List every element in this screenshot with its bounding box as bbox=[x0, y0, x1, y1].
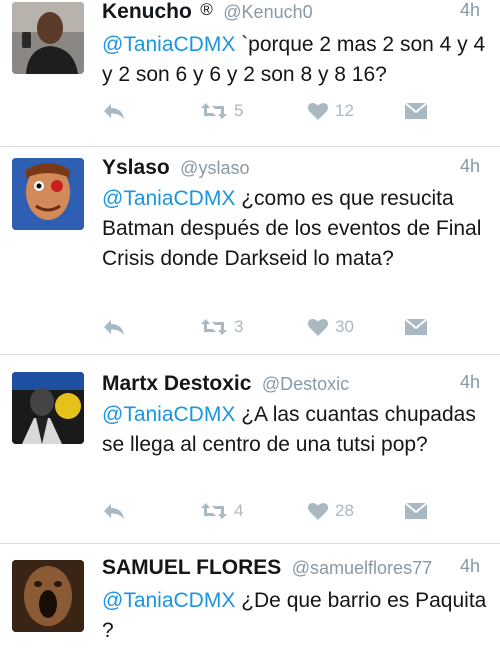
timestamp[interactable]: 4h bbox=[460, 372, 480, 393]
mention-link[interactable]: @TaniaCDMX bbox=[102, 33, 235, 56]
direct-message-button[interactable] bbox=[404, 96, 428, 126]
avatar[interactable] bbox=[12, 372, 84, 444]
separator bbox=[0, 543, 500, 544]
avatar[interactable] bbox=[12, 560, 84, 632]
tweet-text: @TaniaCDMX ¿A las cuantas chupadas se ll… bbox=[102, 400, 487, 460]
heart-icon bbox=[307, 318, 329, 336]
reply-icon bbox=[104, 504, 124, 519]
mention-link[interactable]: @TaniaCDMX bbox=[102, 589, 235, 612]
retweet-icon bbox=[201, 503, 227, 519]
retweet-icon bbox=[201, 103, 227, 119]
retweet-button[interactable]: 4 bbox=[200, 496, 243, 526]
action-bar: 3 30 bbox=[102, 312, 432, 342]
action-bar: 5 12 bbox=[102, 96, 432, 126]
display-name[interactable]: Yslaso bbox=[102, 156, 170, 179]
reply-button[interactable] bbox=[102, 312, 126, 342]
action-bar: 4 28 bbox=[102, 496, 432, 526]
like-count: 12 bbox=[335, 101, 354, 120]
like-button[interactable]: 30 bbox=[307, 312, 354, 342]
direct-message-button[interactable] bbox=[404, 496, 428, 526]
display-name[interactable]: SAMUEL FLORES bbox=[102, 556, 281, 579]
tweet-destoxic[interactable]: Martx Destoxic @Destoxic 4h @TaniaCDMX ¿… bbox=[0, 370, 500, 542]
heart-icon bbox=[307, 502, 329, 520]
retweet-count: 5 bbox=[234, 101, 244, 120]
like-count: 30 bbox=[335, 317, 354, 336]
like-button[interactable]: 12 bbox=[307, 96, 354, 126]
handle[interactable]: @Kenuch0 bbox=[223, 2, 312, 22]
reply-button[interactable] bbox=[102, 496, 126, 526]
reply-icon bbox=[104, 320, 124, 335]
tweet-text: @TaniaCDMX ¿como es que resucita Batman … bbox=[102, 184, 487, 274]
tweet-text: @TaniaCDMX `porque 2 mas 2 son 4 y 4 y 2… bbox=[102, 30, 487, 90]
avatar[interactable] bbox=[12, 2, 84, 74]
separator bbox=[0, 146, 500, 147]
tweet-yslaso[interactable]: Yslaso @yslaso 4h @TaniaCDMX ¿como es qu… bbox=[0, 154, 500, 356]
reply-button[interactable] bbox=[102, 96, 126, 126]
handle[interactable]: @Destoxic bbox=[262, 374, 349, 394]
heart-icon bbox=[307, 102, 329, 120]
avatar[interactable] bbox=[12, 158, 84, 230]
display-name[interactable]: Martx Destoxic bbox=[102, 372, 251, 395]
timestamp[interactable]: 4h bbox=[460, 556, 480, 577]
timestamp[interactable]: 4h bbox=[460, 156, 480, 177]
tweet-kenucho[interactable]: Kenucho ® @Kenuch0 4h @TaniaCDMX `porque… bbox=[0, 0, 500, 148]
envelope-icon bbox=[404, 318, 428, 335]
mention-link[interactable]: @TaniaCDMX bbox=[102, 187, 235, 210]
retweet-count: 4 bbox=[234, 501, 244, 520]
timestamp[interactable]: 4h bbox=[460, 0, 480, 21]
display-name[interactable]: Kenucho bbox=[102, 0, 192, 23]
handle[interactable]: @yslaso bbox=[180, 158, 249, 178]
direct-message-button[interactable] bbox=[404, 312, 428, 342]
envelope-icon bbox=[404, 502, 428, 519]
envelope-icon bbox=[404, 102, 428, 119]
like-count: 28 bbox=[335, 501, 354, 520]
handle[interactable]: @samuelflores77 bbox=[292, 558, 432, 578]
mention-link[interactable]: @TaniaCDMX bbox=[102, 403, 235, 426]
tweet-text: @TaniaCDMX ¿De que barrio es Paquita ? bbox=[102, 586, 487, 646]
retweet-icon bbox=[201, 319, 227, 335]
tweet-samuelflores[interactable]: SAMUEL FLORES @samuelflores77 4h @TaniaC… bbox=[0, 556, 500, 660]
like-button[interactable]: 28 bbox=[307, 496, 354, 526]
reply-icon bbox=[104, 104, 124, 119]
retweet-button[interactable]: 5 bbox=[200, 96, 243, 126]
registered-badge: ® bbox=[200, 0, 213, 19]
retweet-count: 3 bbox=[234, 317, 244, 336]
retweet-button[interactable]: 3 bbox=[200, 312, 243, 342]
separator bbox=[0, 354, 500, 355]
